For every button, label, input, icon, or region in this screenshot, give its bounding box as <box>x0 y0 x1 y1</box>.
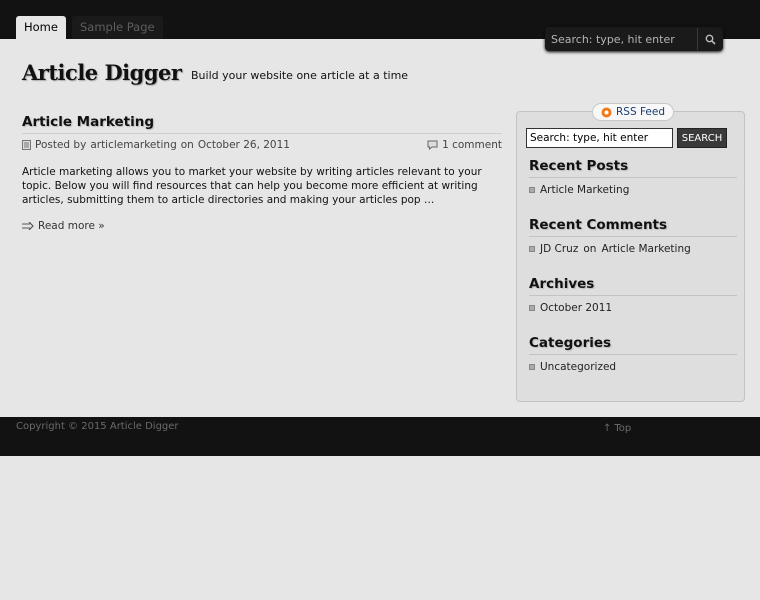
post-author-link[interactable]: articlemarketing <box>90 139 176 151</box>
nav-tab-sample-page[interactable]: Sample Page <box>71 16 163 39</box>
arrow-up-icon: ↑ <box>603 423 612 434</box>
arrow-right-icon <box>22 222 34 230</box>
search-icon <box>705 34 716 45</box>
list-item: JD Cruz on Article Marketing <box>529 243 737 255</box>
posted-by-label: Posted by <box>35 138 87 151</box>
document-icon <box>22 139 31 150</box>
widget-archives: Archives October 2011 <box>529 276 737 314</box>
footer: Copyright © 2015 Article Digger ↑ Top <box>0 417 760 456</box>
archive-link[interactable]: October 2011 <box>540 302 612 314</box>
post-title[interactable]: Article Marketing <box>22 114 154 130</box>
widget-title: Categories <box>529 335 737 355</box>
sidebar-search-button[interactable]: SEARCH <box>677 128 727 148</box>
comment-author-link[interactable]: JD Cruz <box>540 243 578 255</box>
copyright-text: Copyright © 2015 Article Digger <box>16 421 179 432</box>
comment-post-link[interactable]: Article Marketing <box>601 243 690 255</box>
bullet-icon <box>529 364 535 370</box>
widget-title: Recent Posts <box>529 158 737 178</box>
bullet-icon <box>529 246 535 252</box>
header-search <box>545 27 723 51</box>
site-title[interactable]: Article Digger <box>22 60 182 85</box>
sidebar-search-input[interactable] <box>526 128 673 148</box>
widget-title: Archives <box>529 276 737 296</box>
header-search-input[interactable] <box>545 28 697 50</box>
rss-feed-button[interactable]: RSS Feed <box>592 103 675 121</box>
back-to-top-label: Top <box>614 423 632 434</box>
list-item: Article Marketing <box>529 184 737 196</box>
list-item: October 2011 <box>529 302 737 314</box>
comment-icon <box>427 140 438 150</box>
post-excerpt: Article marketing allows you to market y… <box>22 166 482 206</box>
rss-icon <box>601 107 612 117</box>
recent-post-link[interactable]: Article Marketing <box>540 184 629 196</box>
read-more-link[interactable]: Read more » <box>22 220 105 232</box>
on-label: on <box>180 138 194 151</box>
back-to-top-link[interactable]: ↑ Top <box>603 423 631 434</box>
main-nav: Home Sample Page <box>16 16 163 39</box>
sidebar-search: SEARCH <box>526 128 727 148</box>
widget-title: Recent Comments <box>529 217 737 237</box>
widget-categories: Categories Uncategorized <box>529 335 737 373</box>
list-item: Uncategorized <box>529 361 737 373</box>
post-date: October 26, 2011 <box>197 138 290 151</box>
widget-recent-posts: Recent Posts Article Marketing <box>529 158 737 196</box>
site-tagline: Build your website one article at a time <box>191 69 409 82</box>
post-meta: Posted by articlemarketing on October 26… <box>22 133 502 153</box>
bullet-icon <box>529 305 535 311</box>
read-more-label: Read more » <box>38 220 105 232</box>
rss-feed-label: RSS Feed <box>616 106 666 118</box>
category-link[interactable]: Uncategorized <box>540 361 616 373</box>
widget-recent-comments: Recent Comments JD Cruz on Article Marke… <box>529 217 737 255</box>
bullet-icon <box>529 187 535 193</box>
sidebar: SEARCH Recent Posts Article Marketing Re… <box>516 111 745 402</box>
comment-on-label: on <box>583 243 597 255</box>
nav-tab-home[interactable]: Home <box>16 16 66 39</box>
comments-link[interactable]: 1 comment <box>442 139 502 151</box>
header-search-button[interactable] <box>697 28 723 50</box>
